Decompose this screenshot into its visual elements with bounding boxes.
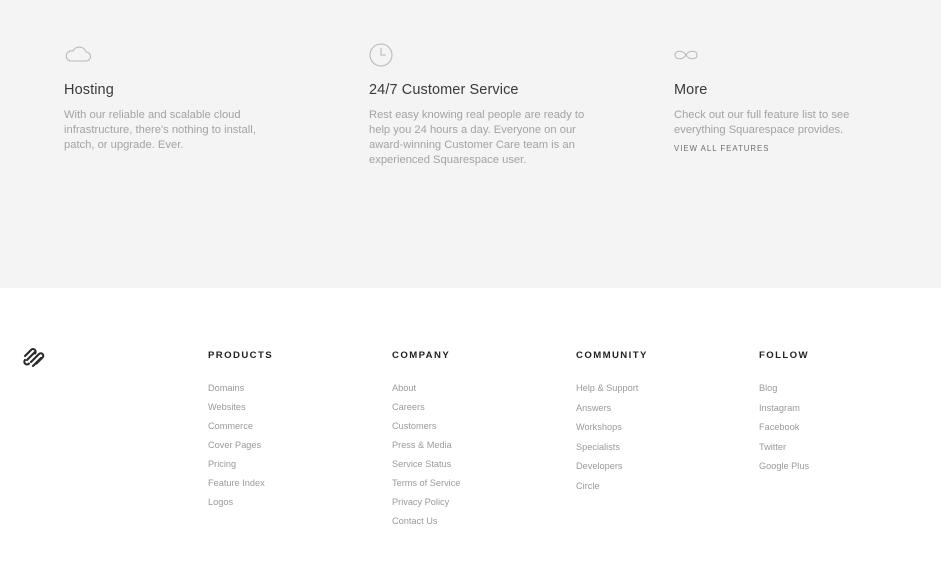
feature-title: More (674, 82, 708, 98)
footer-link-terms-of-service[interactable]: Terms of Service (392, 478, 460, 488)
footer-link-service-status[interactable]: Service Status (392, 459, 451, 469)
footer-link-contact-us[interactable]: Contact Us (392, 516, 437, 526)
footer-link-developers[interactable]: Developers (576, 461, 622, 471)
footer-links: About Careers Customers Press & Media Se… (392, 383, 460, 535)
footer-link-pricing[interactable]: Pricing (208, 459, 236, 469)
footer-link-workshops[interactable]: Workshops (576, 422, 622, 432)
feature-description: With our reliable and scalable cloud inf… (64, 109, 256, 151)
site-footer: PRODUCTS Domains Websites Commerce Cover… (0, 288, 941, 576)
footer-link-cover-pages[interactable]: Cover Pages (208, 440, 261, 450)
footer-link-help-support[interactable]: Help & Support (576, 383, 638, 393)
footer-link-facebook[interactable]: Facebook (759, 422, 799, 432)
footer-links: Domains Websites Commerce Cover Pages Pr… (208, 383, 273, 516)
footer-link-specialists[interactable]: Specialists (576, 442, 620, 452)
footer-link-press-media[interactable]: Press & Media (392, 440, 452, 450)
cloud-icon (65, 46, 92, 62)
footer-link-twitter[interactable]: Twitter (759, 442, 786, 452)
footer-heading: FOLLOW (759, 350, 809, 361)
view-all-features-link[interactable]: VIEW ALL FEATURES (674, 144, 769, 153)
footer-link-commerce[interactable]: Commerce (208, 421, 253, 431)
footer-heading: COMMUNITY (576, 350, 648, 361)
feature-description: Check out our full feature list to see e… (674, 109, 850, 136)
footer-link-customers[interactable]: Customers (392, 421, 436, 431)
feature-hosting: Hosting With our reliable and scalable c… (64, 42, 279, 153)
footer-column-follow: FOLLOW Blog Instagram Facebook Twitter G… (759, 350, 809, 481)
footer-heading: COMPANY (392, 350, 451, 361)
footer-heading: PRODUCTS (208, 350, 274, 361)
footer-links: Help & Support Answers Workshops Special… (576, 383, 648, 501)
footer-link-websites[interactable]: Websites (208, 402, 246, 412)
feature-more: More Check out our full feature list to … (674, 42, 874, 156)
footer-links: Blog Instagram Facebook Twitter Google P… (759, 383, 809, 481)
footer-link-feature-index[interactable]: Feature Index (208, 478, 265, 488)
feature-customer-service: 24/7 Customer Service Rest easy knowing … (369, 42, 594, 168)
footer-link-blog[interactable]: Blog (759, 383, 777, 393)
squarespace-logo-icon[interactable] (22, 347, 46, 369)
clock-icon (369, 43, 393, 67)
footer-link-circle[interactable]: Circle (576, 481, 599, 491)
infinity-icon (674, 50, 698, 60)
feature-title: 24/7 Customer Service (369, 82, 519, 98)
footer-link-about[interactable]: About (392, 383, 416, 393)
footer-column-products: PRODUCTS Domains Websites Commerce Cover… (208, 350, 273, 516)
footer-link-domains[interactable]: Domains (208, 383, 244, 393)
feature-description: Rest easy knowing real people are ready … (369, 109, 585, 166)
footer-link-privacy-policy[interactable]: Privacy Policy (392, 497, 449, 507)
footer-link-answers[interactable]: Answers (576, 403, 611, 413)
footer-link-instagram[interactable]: Instagram (759, 403, 800, 413)
footer-column-community: COMMUNITY Help & Support Answers Worksho… (576, 350, 648, 501)
footer-link-google-plus[interactable]: Google Plus (759, 461, 809, 471)
footer-link-logos[interactable]: Logos (208, 497, 233, 507)
feature-title: Hosting (64, 82, 114, 98)
footer-column-company: COMPANY About Careers Customers Press & … (392, 350, 460, 535)
features-section: Hosting With our reliable and scalable c… (0, 0, 941, 288)
footer-link-careers[interactable]: Careers (392, 402, 425, 412)
